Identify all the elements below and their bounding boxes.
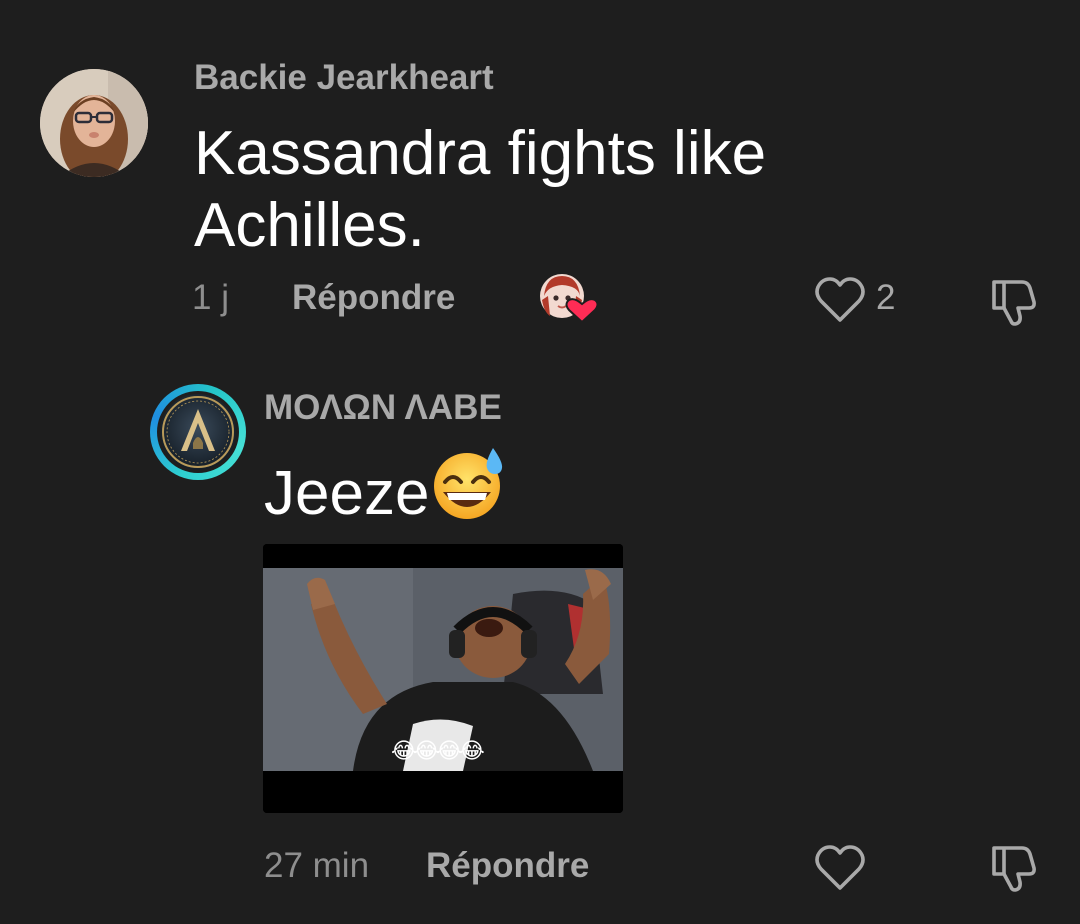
gif-emoji-overlay: 😂😂😂😂 xyxy=(391,738,485,763)
comment-2-dislike-button[interactable] xyxy=(986,840,1040,894)
laughing-man-gif xyxy=(263,544,623,813)
comment-2-timestamp: 27 min xyxy=(264,846,370,885)
comment-1-like-button[interactable] xyxy=(814,276,866,324)
comment-2-reply-button[interactable]: Répondre xyxy=(426,846,589,886)
comment-1-author[interactable]: Backie Jearkheart xyxy=(194,58,494,98)
comment-2-avatar[interactable] xyxy=(150,384,246,480)
comment-2-author[interactable]: ΜΟΛΩΝ ΛΑΒΕ xyxy=(264,388,502,428)
comment-2-text-body: Jeeze xyxy=(264,459,430,528)
comment-1-reply-button[interactable]: Répondre xyxy=(292,278,455,318)
thumbs-down-icon xyxy=(992,846,1036,892)
comment-2-text: Jeeze xyxy=(264,446,505,538)
user-portrait-image xyxy=(40,69,148,177)
creator-avatar-heart-icon xyxy=(540,274,599,324)
heart-outline-icon xyxy=(815,845,865,890)
comment-1-like-count: 2 xyxy=(876,278,896,317)
thumbs-down-icon xyxy=(992,280,1036,326)
comment-2-gif-attachment[interactable]: 😂😂😂😂 xyxy=(263,544,623,813)
creator-liked-badge xyxy=(538,272,600,324)
comment-1-text: Kassandra fights like Achilles. xyxy=(194,119,767,260)
sweat-smile-emoji xyxy=(431,446,505,538)
comment-1-timestamp: 1 j xyxy=(192,278,229,317)
comment-2-like-button[interactable] xyxy=(814,844,866,892)
comment-1-dislike-button[interactable] xyxy=(986,274,1040,328)
comment-1-avatar[interactable] xyxy=(40,69,148,177)
heart-outline-icon xyxy=(815,277,865,322)
spartan-shield-logo-icon xyxy=(160,394,236,470)
avatar-ring-inner xyxy=(157,391,239,473)
